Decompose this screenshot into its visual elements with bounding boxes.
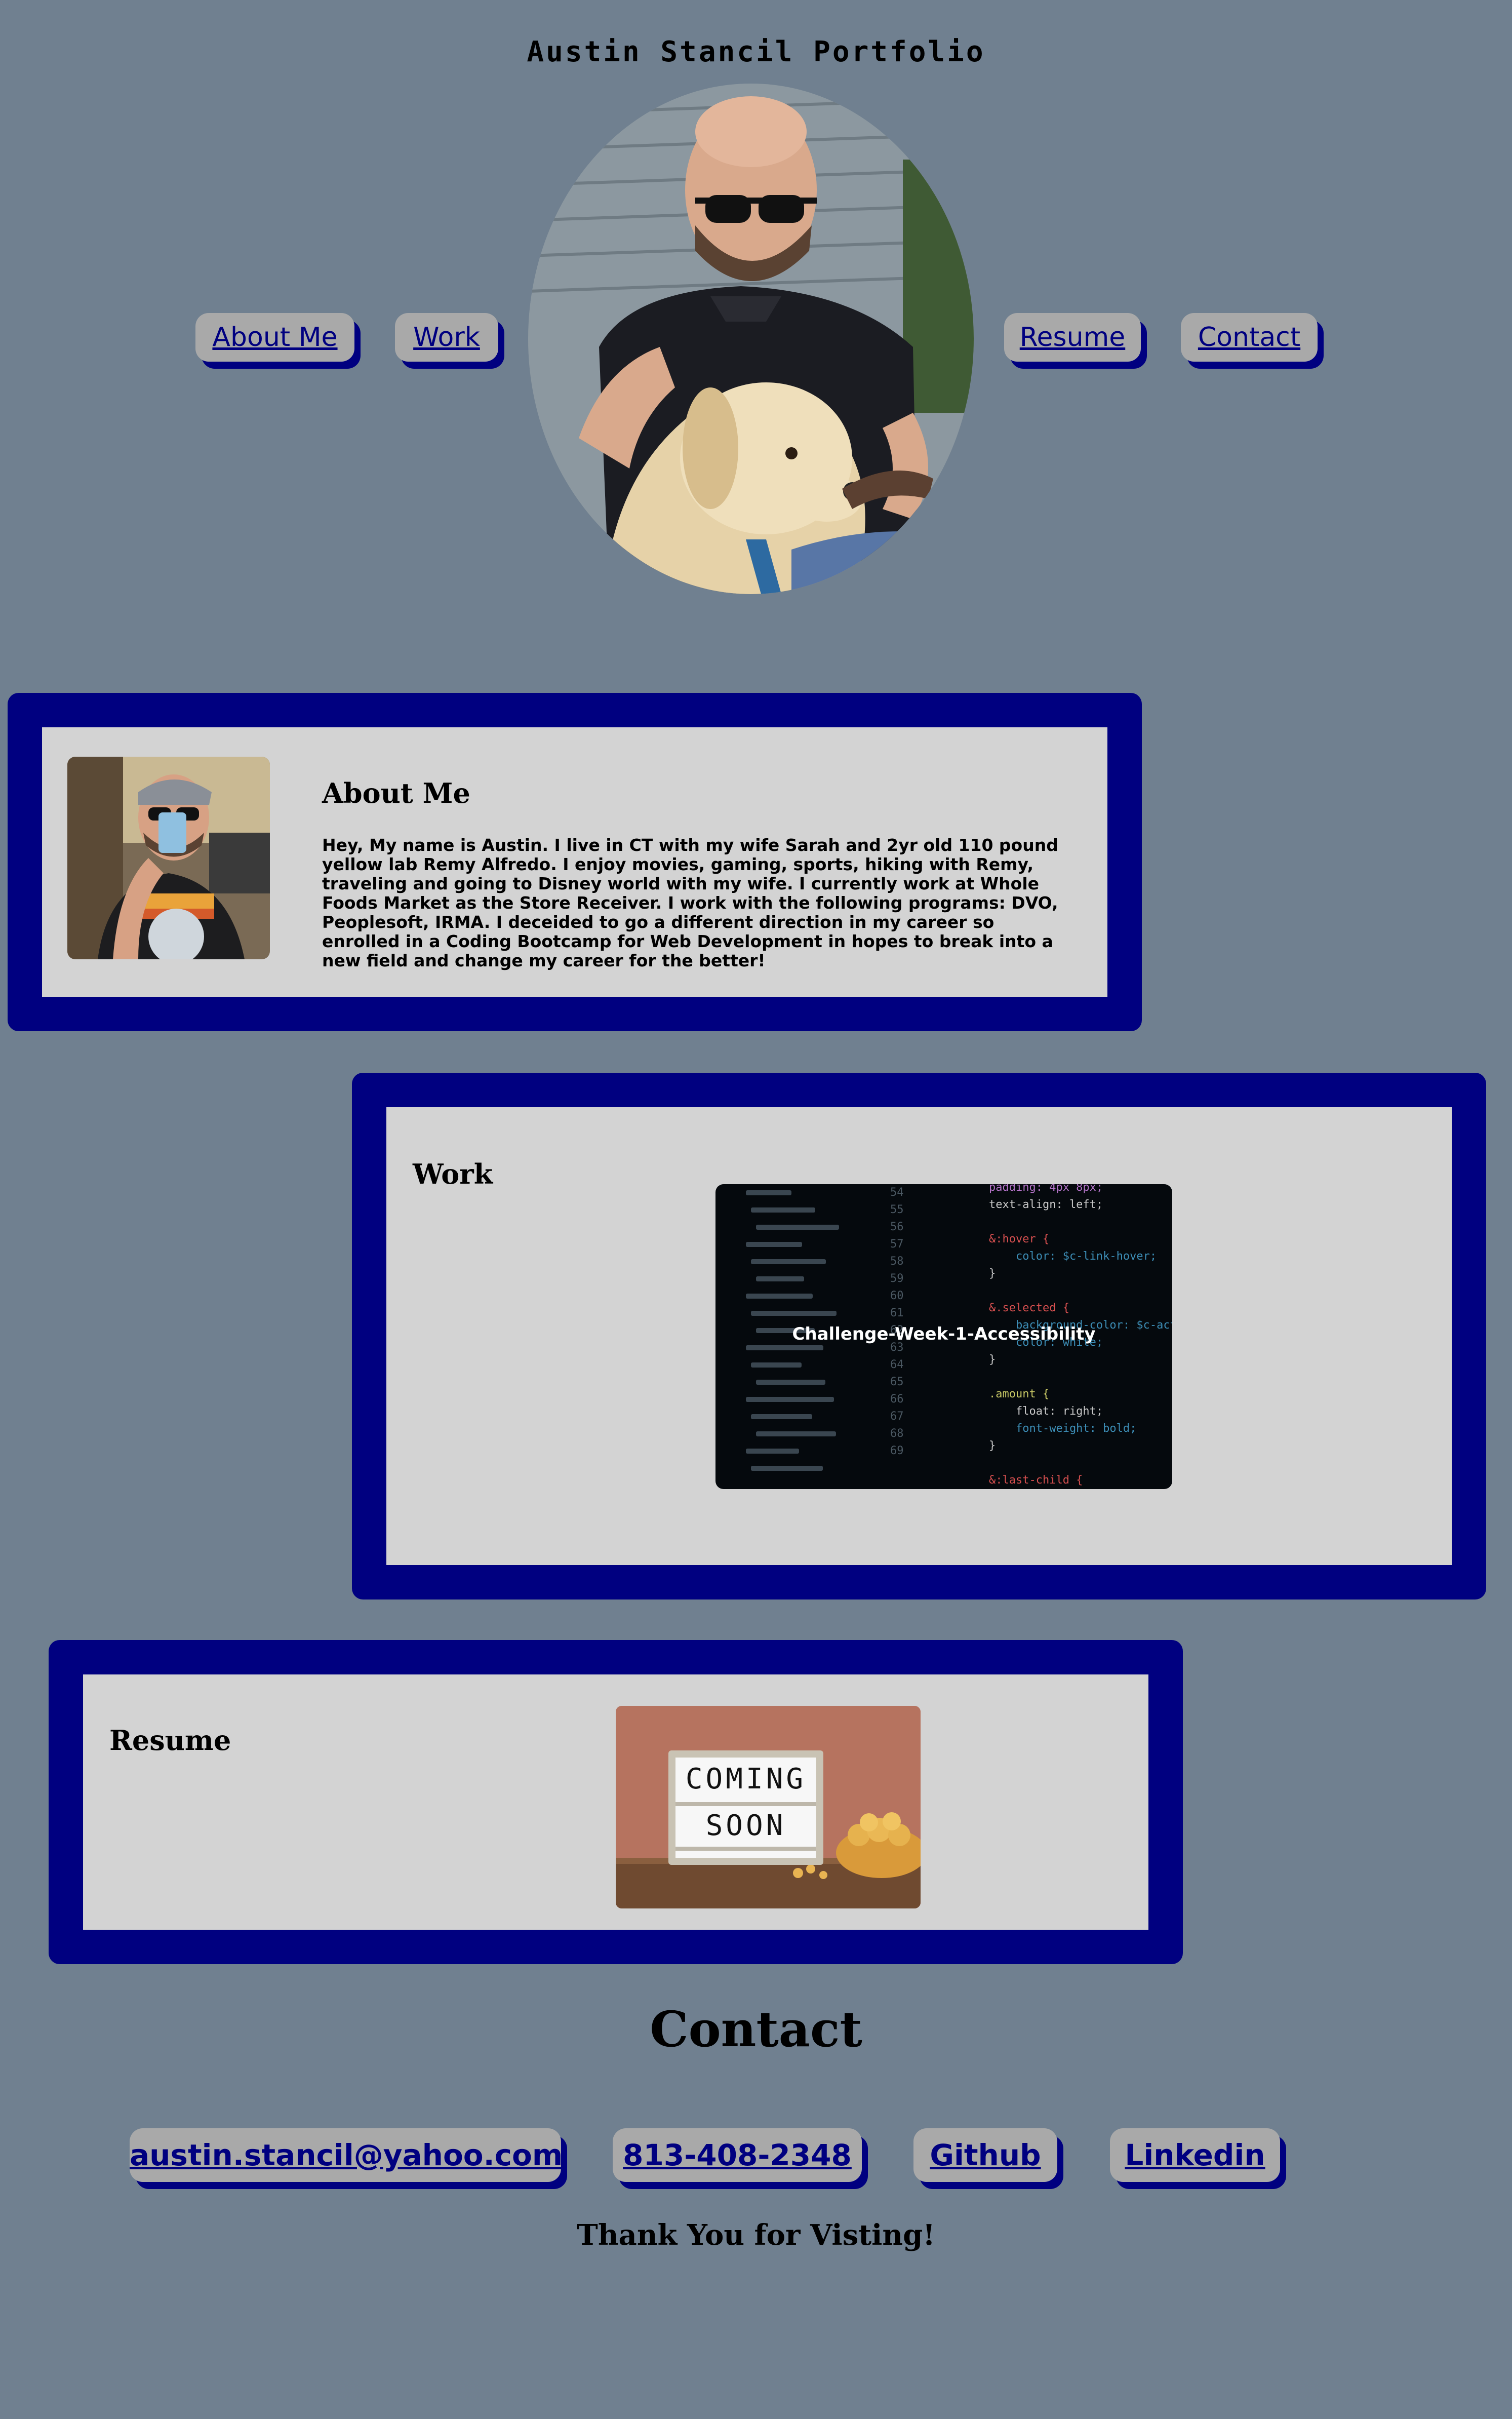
- code-line: }: [989, 1353, 996, 1366]
- line-number: 61: [890, 1307, 904, 1319]
- code-line: font-weight: bold;: [989, 1422, 1137, 1435]
- code-line: text-align: left;: [989, 1198, 1103, 1211]
- line-number: 54: [890, 1186, 904, 1199]
- line-number: 66: [890, 1393, 904, 1406]
- code-line: }: [989, 1439, 996, 1452]
- contact-heading: Contact: [650, 2001, 862, 2058]
- sign-divider-bottom: [675, 1847, 816, 1851]
- resume-heading: Resume: [109, 1724, 231, 1757]
- line-number: 65: [890, 1376, 904, 1388]
- file-tree-item: [756, 1276, 804, 1281]
- coming-soon-sign: COMING SOON: [668, 1750, 823, 1865]
- nav-about-me[interactable]: About Me: [195, 313, 354, 362]
- code-line: color: $c-link-hover;: [989, 1250, 1157, 1263]
- line-number: 64: [890, 1358, 904, 1371]
- code-line: padding: 4px 8px;: [989, 1184, 1103, 1194]
- about-me-heading: About Me: [322, 777, 470, 809]
- work-panel: Work 54 55 56 57 58 59 60 61 62 63 64 65 66 67 68 69 pad…: [386, 1107, 1452, 1565]
- file-tree-item: [751, 1207, 815, 1213]
- file-tree-item: [746, 1242, 802, 1247]
- line-number: 59: [890, 1272, 904, 1285]
- sign-face: COMING SOON: [675, 1758, 816, 1858]
- code-line: &.selected {: [989, 1302, 1069, 1314]
- contact-github-link[interactable]: Github: [913, 2128, 1057, 2182]
- code-line: &:hover {: [989, 1233, 1050, 1245]
- line-number: 68: [890, 1427, 904, 1440]
- nav-resume[interactable]: Resume: [1004, 313, 1141, 362]
- about-me-section: About Me Hey, My name is Austin. I live …: [8, 693, 1142, 1031]
- file-tree-item: [746, 1345, 823, 1350]
- file-tree-item: [751, 1311, 837, 1316]
- contact-phone-link[interactable]: 813-408-2348: [613, 2128, 862, 2182]
- resume-panel: Resume COMING SOON: [83, 1674, 1148, 1930]
- line-number: 56: [890, 1221, 904, 1233]
- code-line: &:last-child {: [989, 1474, 1083, 1487]
- about-me-text: Hey, My name is Austin. I live in CT wit…: [322, 835, 1058, 970]
- contact-email-link[interactable]: austin.stancil@yahoo.com: [130, 2128, 563, 2182]
- nav-work[interactable]: Work: [395, 313, 498, 362]
- work-project-card[interactable]: 54 55 56 57 58 59 60 61 62 63 64 65 66 67 68 69 padding:…: [715, 1184, 1172, 1489]
- work-heading: Work: [413, 1158, 493, 1190]
- resume-section: Resume COMING SOON: [49, 1640, 1183, 1964]
- file-tree-item: [746, 1294, 813, 1299]
- line-number: 60: [890, 1290, 904, 1302]
- code-line: }: [989, 1267, 996, 1280]
- site-title: Austin Stancil Portfolio: [527, 35, 985, 68]
- thank-you-message: Thank You for Visting!: [577, 2218, 935, 2252]
- line-number: 58: [890, 1255, 904, 1268]
- work-section: Work 54 55 56 57 58 59 60 61 62 63 64 65 66 67 68 69 pad…: [352, 1073, 1486, 1599]
- file-tree-item: [751, 1259, 826, 1264]
- sign-line-1: COMING: [685, 1763, 807, 1796]
- profile-photo: [528, 84, 974, 594]
- nav-contact[interactable]: Contact: [1181, 313, 1318, 362]
- file-tree-item: [751, 1362, 802, 1368]
- about-me-photo-illustration: [67, 757, 270, 959]
- resume-coming-soon-image: COMING SOON: [616, 1706, 921, 1908]
- code-line: float: right;: [989, 1405, 1103, 1418]
- file-tree-item: [756, 1431, 836, 1436]
- line-number: 57: [890, 1238, 904, 1251]
- about-me-panel: About Me Hey, My name is Austin. I live …: [42, 727, 1107, 997]
- line-number: 55: [890, 1203, 904, 1216]
- file-tree-item: [756, 1380, 825, 1385]
- sign-divider: [675, 1802, 816, 1806]
- file-tree-item: [746, 1397, 834, 1402]
- line-number: 69: [890, 1445, 904, 1457]
- contact-linkedin-link[interactable]: Linkedin: [1110, 2128, 1280, 2182]
- sign-line-2: SOON: [705, 1809, 786, 1842]
- code-line: .amount {: [989, 1388, 1050, 1400]
- file-tree-item: [746, 1449, 799, 1454]
- file-tree-item: [751, 1414, 812, 1419]
- file-tree-item: [751, 1466, 823, 1471]
- file-tree-item: [756, 1225, 839, 1230]
- about-me-photo: [67, 757, 270, 959]
- work-project-label: Challenge-Week-1-Accessibility: [792, 1324, 1096, 1344]
- profile-photo-illustration: [528, 84, 974, 594]
- file-tree-item: [746, 1190, 791, 1195]
- line-number: 67: [890, 1410, 904, 1423]
